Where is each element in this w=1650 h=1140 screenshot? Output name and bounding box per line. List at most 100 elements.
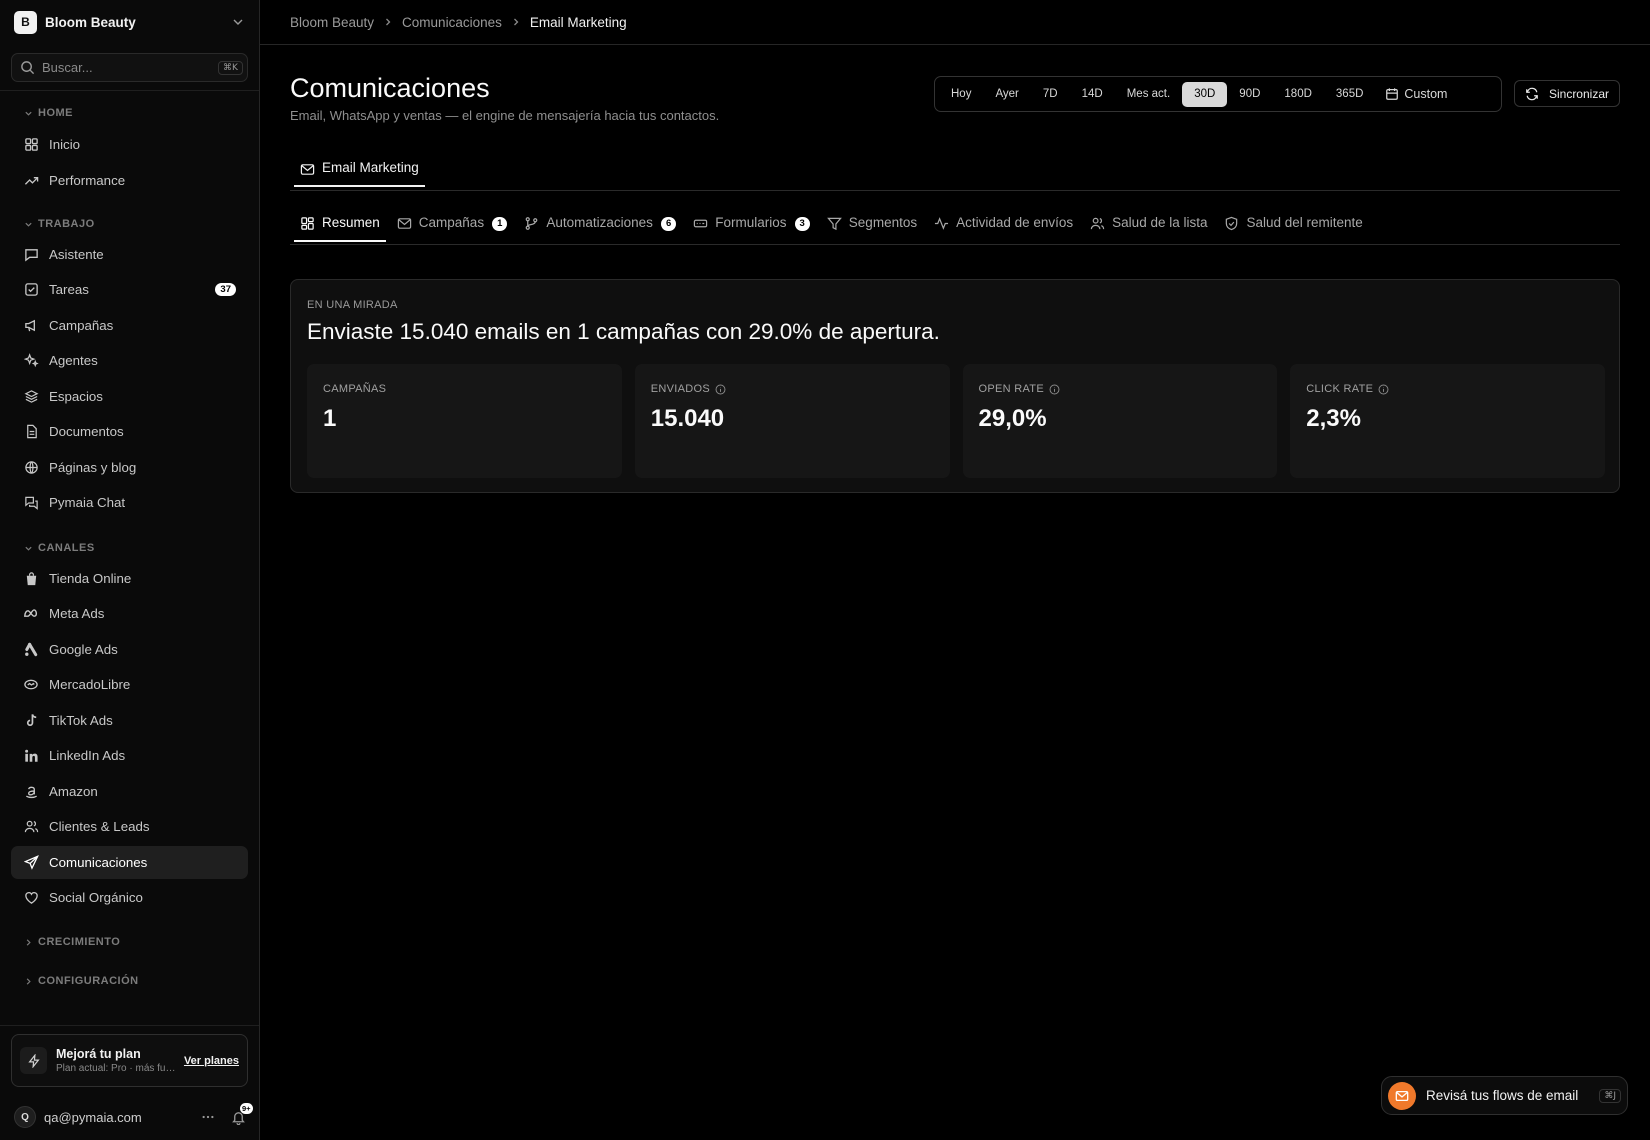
section-label: CANALES xyxy=(38,542,95,554)
section-home-toggle[interactable]: HOME xyxy=(24,107,73,119)
sidebar-item-tareas[interactable]: Tareas 37 xyxy=(11,273,248,306)
calendar-icon xyxy=(1386,88,1399,100)
sidebar-item-espacios[interactable]: Espacios xyxy=(11,380,248,413)
range-180d[interactable]: 180D xyxy=(1272,82,1324,107)
range-ayer[interactable]: Ayer xyxy=(983,82,1030,107)
dashboard-icon xyxy=(301,217,314,230)
range-14d[interactable]: 14D xyxy=(1070,82,1115,107)
subtab-formularios[interactable]: Formularios 3 xyxy=(687,215,816,242)
section-crecimiento-toggle[interactable]: CRECIMIENTO xyxy=(24,936,120,948)
checkbox-icon xyxy=(23,282,39,298)
sidebar-item-clientes-leads[interactable]: Clientes & Leads xyxy=(11,810,248,843)
info-icon[interactable] xyxy=(1049,384,1060,395)
sidebar-item-pymaia-chat[interactable]: Pymaia Chat xyxy=(11,486,248,519)
sidebar-item-asistente[interactable]: Asistente xyxy=(11,238,248,271)
range-365d[interactable]: 365D xyxy=(1324,82,1376,107)
sidebar-item-label: Amazon xyxy=(49,784,98,799)
sidebar-item-agentes[interactable]: Agentes xyxy=(11,344,248,377)
search-input[interactable] xyxy=(42,60,218,75)
bell-icon[interactable]: 9+ xyxy=(231,1102,253,1125)
sidebar-item-google-ads[interactable]: Google Ads xyxy=(11,633,248,666)
subtab-salud-remitente[interactable]: Salud del remitente xyxy=(1218,215,1368,242)
workspace-switcher[interactable]: B Bloom Beauty xyxy=(14,10,246,34)
user-menu: Q qa@pymaia.com 9+ xyxy=(14,1102,253,1128)
breadcrumb-item[interactable]: Comunicaciones xyxy=(402,15,502,30)
kpi-label: ENVIADOS xyxy=(650,383,710,395)
more-horizontal-icon[interactable] xyxy=(201,1110,215,1124)
section-trabajo-toggle[interactable]: TRABAJO xyxy=(24,218,95,230)
user-email[interactable]: qa@pymaia.com xyxy=(44,1110,201,1125)
subtab-resumen[interactable]: Resumen xyxy=(294,215,386,242)
info-icon[interactable] xyxy=(1378,384,1389,395)
kpi-campanas: CAMPAÑAS 1 xyxy=(307,364,622,478)
sidebar-item-paginas[interactable]: Páginas y blog xyxy=(11,451,248,484)
subtab-actividad-envios[interactable]: Actividad de envíos xyxy=(928,215,1079,242)
sync-label: Sincronizar xyxy=(1548,86,1609,101)
subtab-label: Automatizaciones xyxy=(546,215,653,230)
subtab-label: Segmentos xyxy=(848,215,918,230)
upgrade-title: Mejorá tu plan xyxy=(56,1047,141,1061)
range-custom[interactable]: Custom xyxy=(1375,82,1459,107)
divider xyxy=(290,244,1620,245)
range-hoy[interactable]: Hoy xyxy=(939,82,983,107)
sidebar-item-label: TikTok Ads xyxy=(49,713,113,728)
subtab-campanas[interactable]: Campañas 1 xyxy=(391,215,514,242)
tab-email-marketing[interactable]: Email Marketing xyxy=(294,160,425,187)
sidebar-item-label: Inicio xyxy=(49,137,81,152)
message-square-icon xyxy=(23,247,39,263)
sidebar-item-performance[interactable]: Performance xyxy=(11,164,248,197)
sidebar-item-linkedin-ads[interactable]: LinkedIn Ads xyxy=(11,739,248,772)
count-badge: 3 xyxy=(794,217,810,231)
kpi-label: CLICK RATE xyxy=(1306,383,1374,395)
sidebar-item-label: Pymaia Chat xyxy=(49,495,126,510)
subtab-segmentos[interactable]: Segmentos xyxy=(821,215,923,242)
count-badge: 6 xyxy=(660,217,677,231)
subtab-automatizaciones[interactable]: Automatizaciones 6 xyxy=(518,215,682,242)
info-icon[interactable] xyxy=(715,384,726,395)
range-7d[interactable]: 7D xyxy=(1031,82,1070,107)
sidebar-item-meta-ads[interactable]: Meta Ads xyxy=(11,597,248,630)
sidebar-item-label: Performance xyxy=(49,173,126,188)
sidebar-item-label: Campañas xyxy=(49,318,114,333)
range-90d[interactable]: 90D xyxy=(1227,82,1272,107)
divider xyxy=(290,190,1620,191)
subtab-salud-lista[interactable]: Salud de la lista xyxy=(1084,215,1213,242)
workspace-logo: B xyxy=(14,10,37,34)
range-30d[interactable]: 30D xyxy=(1182,81,1228,107)
kpi-value: 2,3% xyxy=(1306,405,1361,432)
range-mes-actual[interactable]: Mes act. xyxy=(1115,82,1182,107)
sidebar-item-campanas[interactable]: Campañas xyxy=(11,309,248,342)
page-title: Comunicaciones xyxy=(290,73,490,103)
breadcrumb-item[interactable]: Bloom Beauty xyxy=(290,15,374,30)
sidebar-item-label: LinkedIn Ads xyxy=(49,748,126,763)
sidebar: B Bloom Beauty ⌘K HOME Inicio Performanc… xyxy=(0,0,260,1140)
sidebar-item-documentos[interactable]: Documentos xyxy=(11,415,248,448)
sidebar-item-label: Páginas y blog xyxy=(49,460,137,475)
sidebar-item-social-organico[interactable]: Social Orgánico xyxy=(11,881,248,914)
chevron-right-icon xyxy=(511,17,521,27)
sidebar-item-amazon[interactable]: Amazon xyxy=(11,775,248,808)
count-badge: 1 xyxy=(492,217,508,231)
sync-button[interactable]: Sincronizar xyxy=(1514,80,1620,107)
sidebar-item-tienda-online[interactable]: Tienda Online xyxy=(11,562,248,595)
search-box[interactable]: ⌘K xyxy=(11,53,248,82)
view-plans-link[interactable]: Ver planes xyxy=(184,1055,239,1067)
section-configuracion-toggle[interactable]: CONFIGURACIÓN xyxy=(24,975,139,987)
chevron-right-icon xyxy=(383,17,393,27)
mercadolibre-icon xyxy=(23,677,39,693)
sidebar-item-comunicaciones[interactable]: Comunicaciones xyxy=(11,846,248,879)
sidebar-item-tiktok-ads[interactable]: TikTok Ads xyxy=(11,704,248,737)
activity-icon xyxy=(935,217,949,230)
search-shortcut: ⌘K xyxy=(218,60,243,75)
sidebar-item-mercadolibre[interactable]: MercadoLibre xyxy=(11,668,248,701)
kpi-open-rate: OPEN RATE 29,0% xyxy=(962,364,1278,478)
heart-icon xyxy=(23,890,39,906)
card-eyebrow: EN UNA MIRADA xyxy=(307,299,398,311)
avatar[interactable]: Q xyxy=(14,1106,36,1128)
email-flows-prompt[interactable]: Revisá tus flows de email ⌘J xyxy=(1381,1076,1628,1115)
sidebar-item-inicio[interactable]: Inicio xyxy=(11,128,248,161)
section-canales-toggle[interactable]: CANALES xyxy=(24,542,95,554)
search-icon xyxy=(20,60,35,75)
chevron-down-icon xyxy=(25,222,32,227)
mail-icon xyxy=(1388,1081,1416,1110)
